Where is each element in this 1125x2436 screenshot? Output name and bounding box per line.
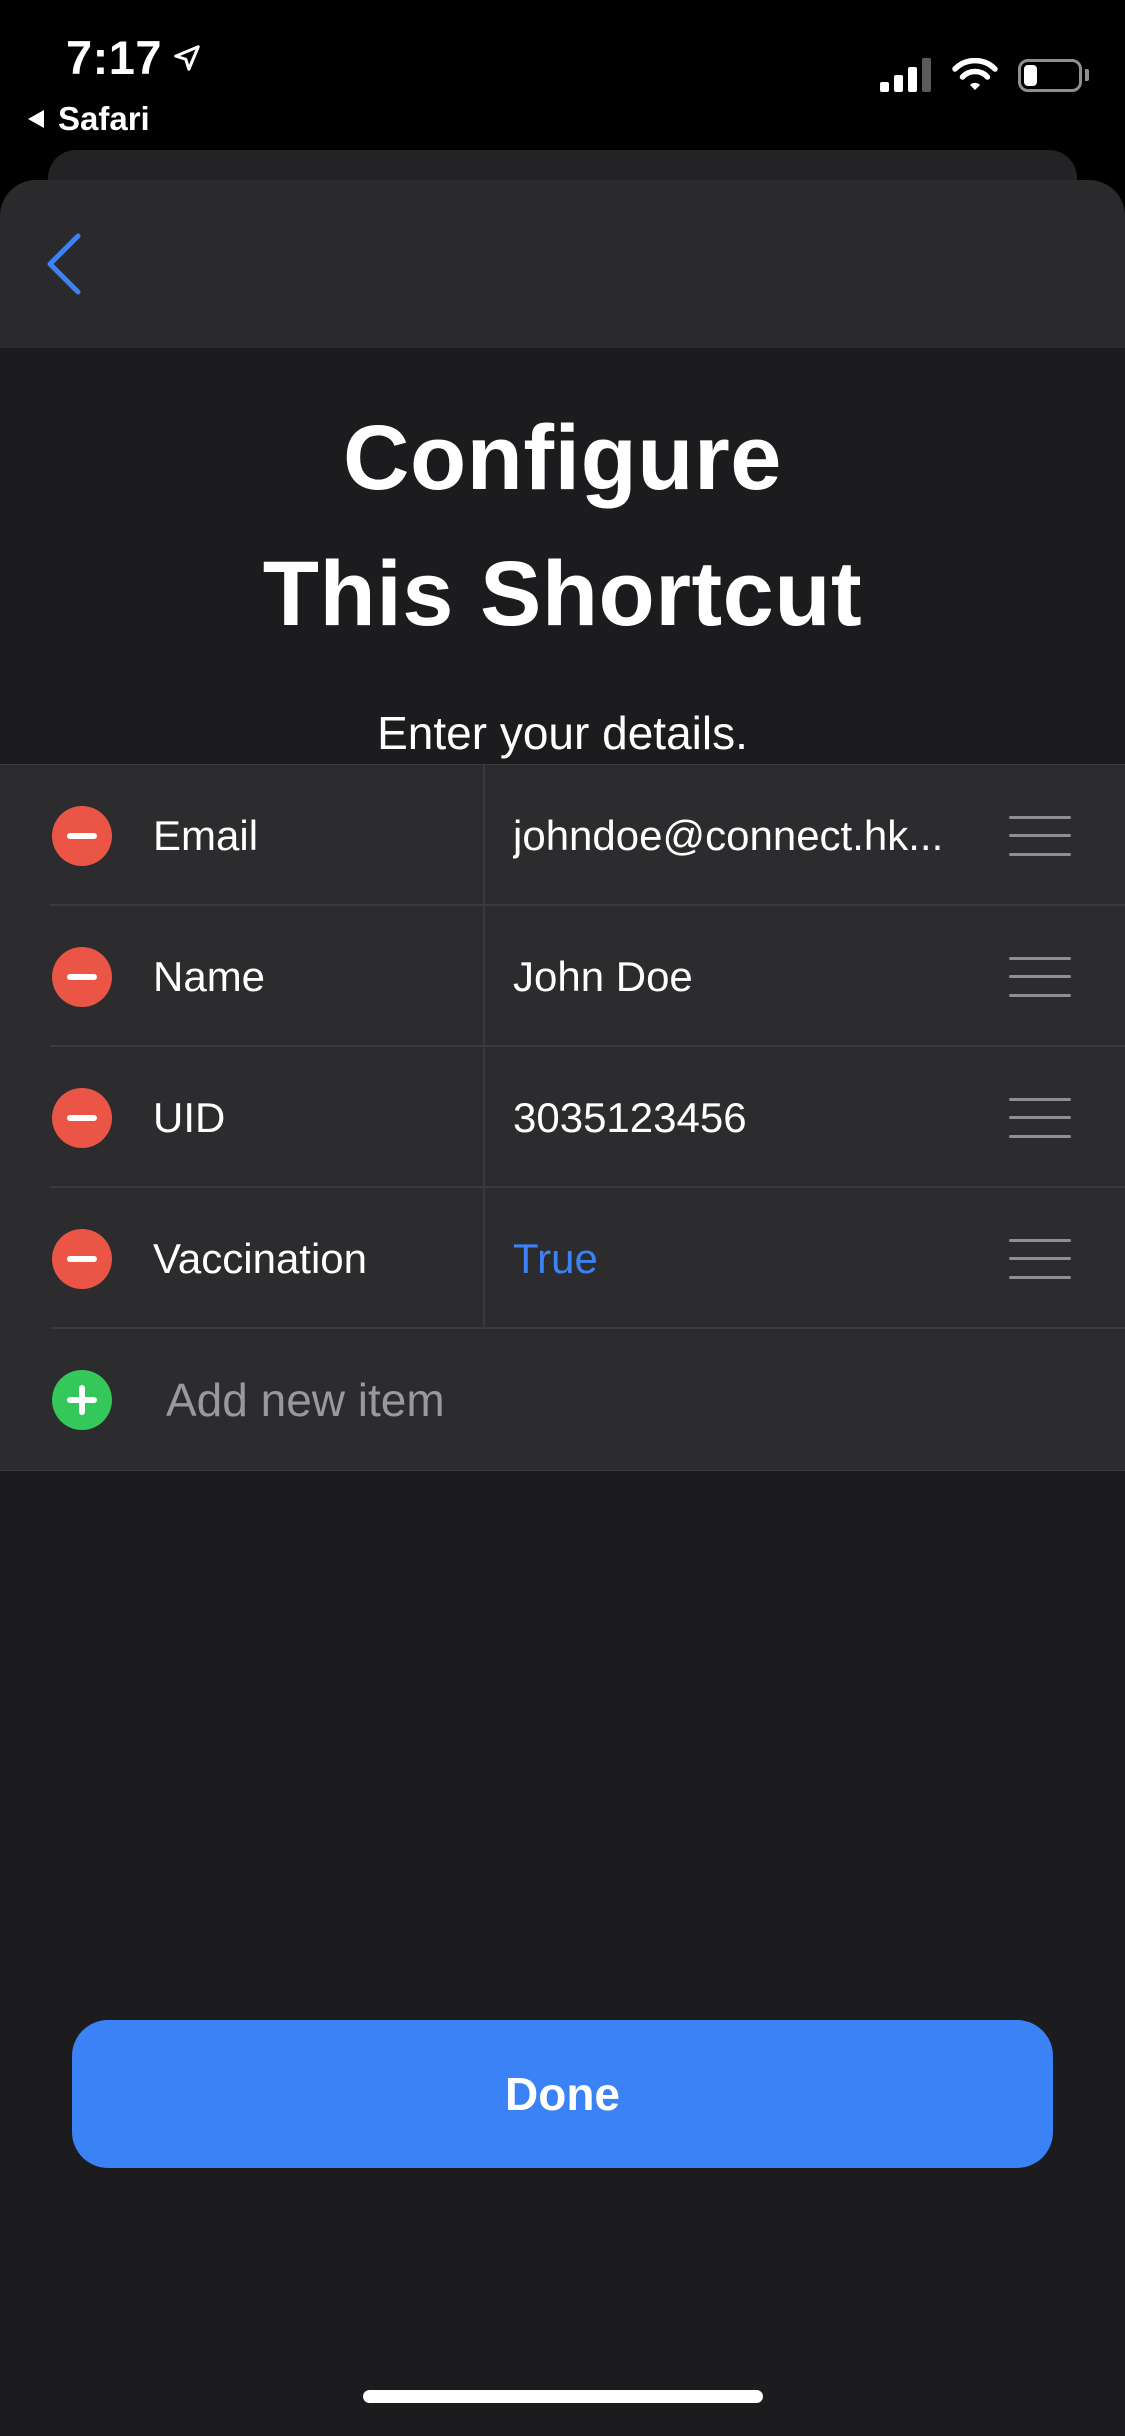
list-item: Email johndoe@connect.hk... [0,765,1125,906]
remove-item-button[interactable] [52,946,112,1007]
remove-item-button[interactable] [52,1087,112,1148]
add-new-item-label[interactable]: Add new item [166,1373,445,1427]
plus-icon [67,1384,97,1415]
column-divider [483,1047,485,1188]
status-indicators [880,58,1089,92]
column-divider [483,906,485,1047]
back-triangle-icon [28,110,44,128]
page-title: Configure This Shortcut [0,390,1125,662]
reorder-handle-icon[interactable] [1009,956,1071,997]
reorder-handle-icon[interactable] [1009,1238,1071,1279]
item-key[interactable]: Name [153,953,265,1001]
back-app-label: Safari [58,100,150,137]
back-to-app[interactable]: Safari [26,100,150,138]
screen: 7:17 Safari Configure This Shortcut Ente… [0,0,1125,2436]
reorder-handle-icon[interactable] [1009,1097,1071,1138]
page-subtitle: Enter your details. [377,707,748,759]
battery-fill [1024,64,1037,86]
minus-icon [67,832,97,839]
item-value[interactable]: John Doe [513,953,963,1001]
item-value-boolean[interactable]: True [513,1235,963,1283]
list-item: Vaccination True [0,1188,1125,1329]
column-divider [483,1188,485,1329]
column-divider [483,765,485,906]
remove-item-button[interactable] [52,1228,112,1289]
done-button[interactable]: Done [72,2020,1053,2168]
minus-icon [67,973,97,980]
wifi-icon [952,58,998,90]
add-item-button[interactable] [52,1369,112,1430]
list-item: Name John Doe [0,906,1125,1047]
item-key[interactable]: Email [153,812,258,860]
add-new-item-row[interactable]: Add new item [0,1329,1125,1470]
item-key[interactable]: UID [153,1094,225,1142]
item-value[interactable]: johndoe@connect.hk... [513,812,963,860]
title-line-1: Configure [343,407,782,509]
status-time: 7:17 [66,30,202,85]
remove-item-button[interactable] [52,805,112,866]
reorder-handle-icon[interactable] [1009,815,1071,856]
chevron-left-icon[interactable] [44,232,84,296]
minus-icon [67,1255,97,1262]
minus-icon [67,1114,97,1121]
home-indicator[interactable] [363,2390,763,2403]
item-key[interactable]: Vaccination [153,1235,367,1283]
list-item: UID 3035123456 [0,1047,1125,1188]
item-value[interactable]: 3035123456 [513,1094,963,1142]
location-arrow-icon [174,44,200,71]
status-time-label: 7:17 [66,31,163,84]
battery-icon [1018,58,1089,92]
nav-bar [0,180,1125,348]
cellular-signal-icon [880,58,931,92]
dictionary-list: Email johndoe@connect.hk... Name John Do… [0,764,1125,1471]
title-line-2: This Shortcut [262,543,863,645]
